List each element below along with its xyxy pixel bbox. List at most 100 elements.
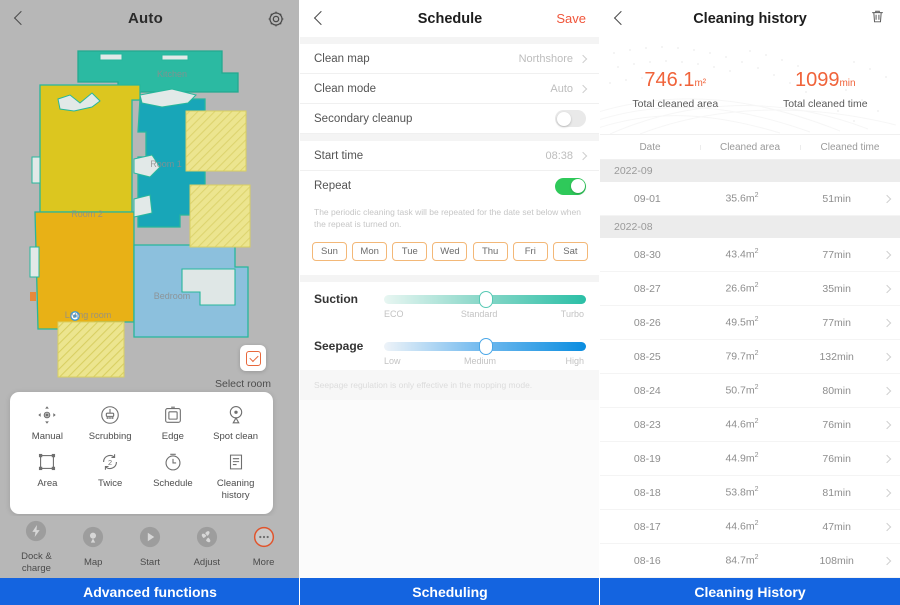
- day-chip-sat[interactable]: Sat: [552, 242, 588, 261]
- function-manual[interactable]: Manual: [16, 404, 79, 443]
- suction-scale-mid: Standard: [460, 309, 498, 319]
- row-clean-mode[interactable]: Clean mode Auto: [300, 74, 600, 104]
- function-twice[interactable]: 2 Twice: [79, 451, 142, 502]
- history-time: 35min: [822, 282, 851, 295]
- checkbox-checked-icon: [245, 350, 261, 366]
- panels-container: Auto Kitchen Room 2 Room 1 Living room B…: [0, 0, 900, 605]
- panel-divider-2: [599, 0, 600, 605]
- map-zone-hatched-1[interactable]: [185, 110, 247, 172]
- history-row[interactable]: 08-26 49.5m2 77min: [600, 306, 900, 340]
- panel-divider-1: [299, 0, 300, 605]
- history-row[interactable]: 08-24 50.7m2 80min: [600, 374, 900, 408]
- page-title: Schedule: [417, 10, 483, 27]
- function-label: Cleaning history: [216, 478, 255, 501]
- column-header-cleaned-area: Cleaned area: [700, 142, 800, 153]
- back-icon[interactable]: [614, 10, 625, 28]
- secondary-cleanup-toggle[interactable]: [555, 110, 586, 127]
- chevron-right-icon: [882, 284, 892, 293]
- stat-value: 746.1: [644, 68, 695, 91]
- function-scrubbing[interactable]: Scrubbing: [79, 404, 142, 443]
- function-label: Spot clean: [213, 431, 259, 442]
- schedule-header: Schedule Save: [300, 0, 600, 37]
- suction-label: Suction: [314, 292, 358, 306]
- history-row[interactable]: 08-25 79.7m2 132min: [600, 340, 900, 374]
- function-label: Twice: [97, 478, 123, 489]
- history-row[interactable]: 08-19 44.9m2 76min: [600, 442, 900, 476]
- play-icon: [139, 526, 161, 553]
- row-start-time[interactable]: Start time 08:38: [300, 141, 600, 171]
- stat-total-cleaned-area: 746.1m² Total cleaned area: [632, 68, 718, 110]
- day-chip-mon[interactable]: Mon: [352, 242, 388, 261]
- seepage-slider[interactable]: [384, 337, 586, 355]
- function-edge[interactable]: Edge: [142, 404, 205, 443]
- nav-more[interactable]: More: [237, 526, 291, 569]
- dock-marker: [30, 292, 36, 301]
- function-schedule[interactable]: Schedule: [142, 451, 205, 502]
- column-header-date: Date: [639, 141, 661, 153]
- caption-bar: Advanced functions Scheduling Cleaning H…: [0, 578, 900, 605]
- history-date: 08-23: [633, 418, 661, 431]
- function-area[interactable]: Area: [16, 451, 79, 502]
- seepage-slider-handle[interactable]: [478, 337, 493, 355]
- section-divider: [300, 275, 600, 282]
- function-cleaning-history[interactable]: Cleaning history: [204, 451, 267, 502]
- day-chip-fri[interactable]: Fri: [512, 242, 548, 261]
- repeat-toggle[interactable]: [555, 177, 586, 195]
- nav-label: Dock & charge: [21, 551, 52, 574]
- back-icon[interactable]: [314, 10, 325, 28]
- nav-adjust[interactable]: Adjust: [180, 526, 234, 569]
- gear-icon[interactable]: [266, 9, 286, 29]
- map-zone-hatched-2[interactable]: [189, 184, 251, 248]
- history-area: 44.6m2: [725, 520, 759, 533]
- map-pin-icon: [82, 526, 104, 553]
- history-date: 08-17: [633, 520, 661, 533]
- suction-slider-handle[interactable]: [478, 290, 493, 308]
- back-icon[interactable]: [14, 10, 25, 28]
- nav-start[interactable]: Start: [123, 526, 177, 569]
- day-chip-thu[interactable]: Thu: [472, 242, 508, 261]
- nav-label: Start: [139, 556, 161, 568]
- day-chip-sun[interactable]: Sun: [312, 242, 347, 261]
- advanced-functions-grid: Manual Scrubbing Edge Spot clean Area 2 …: [16, 404, 267, 502]
- map-zone-hatched-3[interactable]: [57, 321, 125, 378]
- panel-scheduling: Schedule Save Clean map Northshore Clean…: [300, 0, 600, 578]
- save-button[interactable]: Save: [556, 11, 586, 26]
- nav-label: More: [252, 556, 275, 568]
- select-room-button[interactable]: [240, 345, 266, 371]
- nav-dock-charge[interactable]: Dock & charge: [9, 520, 63, 574]
- history-date: 09-01: [633, 192, 661, 205]
- function-spot-clean[interactable]: Spot clean: [204, 404, 267, 443]
- trash-icon[interactable]: [869, 8, 886, 30]
- row-label: Secondary cleanup: [314, 112, 413, 125]
- history-row[interactable]: 08-16 84.7m2 108min: [600, 544, 900, 578]
- chevron-right-icon: [882, 250, 892, 259]
- history-row[interactable]: 08-30 43.4m2 77min: [600, 238, 900, 272]
- seepage-scale-max: High: [565, 356, 584, 366]
- suction-slider[interactable]: [384, 290, 586, 308]
- history-header: Cleaning history: [600, 0, 900, 37]
- history-row[interactable]: 08-18 53.8m2 81min: [600, 476, 900, 510]
- history-row[interactable]: 09-01 35.6m2 51min: [600, 182, 900, 216]
- repeat-hint: The periodic cleaning task will be repea…: [300, 201, 600, 238]
- history-area: 49.5m2: [725, 316, 759, 329]
- day-chip-wed[interactable]: Wed: [432, 242, 468, 261]
- history-list[interactable]: 2022-09 09-01 35.6m2 51min 2022-08 08-30…: [600, 160, 900, 578]
- day-chip-tue[interactable]: Tue: [392, 242, 428, 261]
- history-column-headers: Date Cleaned area Cleaned time: [600, 134, 900, 160]
- stat-value: 1099: [794, 68, 840, 91]
- row-label: Clean map: [314, 52, 370, 65]
- row-repeat[interactable]: Repeat: [300, 171, 600, 201]
- nav-map[interactable]: Map: [66, 526, 120, 569]
- row-clean-map[interactable]: Clean map Northshore: [300, 44, 600, 74]
- map-wall-speckle: [161, 54, 189, 61]
- history-row[interactable]: 08-27 26.6m2 35min: [600, 272, 900, 306]
- seepage-label: Seepage: [314, 339, 364, 353]
- suction-scale-max: Turbo: [560, 309, 584, 319]
- history-row[interactable]: 08-17 44.6m2 47min: [600, 510, 900, 544]
- panel-advanced-functions: Auto Kitchen Room 2 Room 1 Living room B…: [0, 0, 300, 578]
- row-secondary-cleanup[interactable]: Secondary cleanup: [300, 104, 600, 134]
- history-area: 84.7m2: [725, 554, 759, 567]
- history-row[interactable]: 08-23 44.6m2 76min: [600, 408, 900, 442]
- seepage-scale: Low Medium High: [384, 356, 586, 366]
- summary-stats: 746.1m² Total cleaned area 1099min Total…: [600, 37, 900, 134]
